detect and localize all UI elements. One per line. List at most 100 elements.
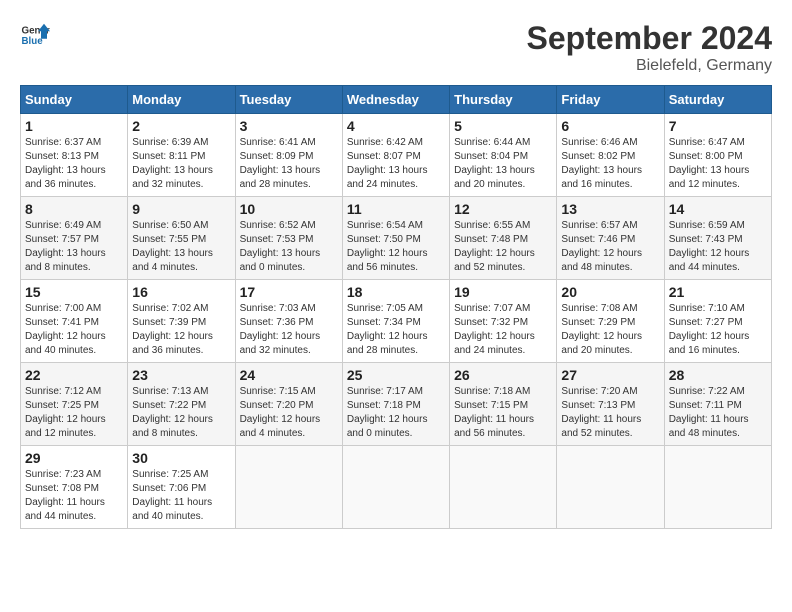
day-number: 2 [132,118,230,134]
day-number: 9 [132,201,230,217]
calendar-cell: 25 Sunrise: 7:17 AM Sunset: 7:18 PM Dayli… [342,363,449,446]
calendar-cell: 20Sunrise: 7:08 AM Sunset: 7:29 PM Dayli… [557,280,664,363]
calendar-cell: 5 Sunrise: 6:44 AM Sunset: 8:04 PM Daylig… [450,114,557,197]
col-wednesday: Wednesday [342,86,449,114]
calendar-cell: 1 Sunrise: 6:37 AM Sunset: 8:13 PM Daylig… [21,114,128,197]
svg-text:Blue: Blue [22,36,44,47]
col-saturday: Saturday [664,86,771,114]
day-info: Sunrise: 6:59 AM Sunset: 7:43 PM Dayligh… [669,219,767,275]
title-area: September 2024 Bielefeld, Germany [527,20,772,75]
calendar-title: September 2024 [527,20,772,57]
day-number: 19 [454,284,552,300]
calendar-cell: 30 Sunrise: 7:25 AM Sunset: 7:06 PM Dayli… [128,446,235,529]
calendar-subtitle: Bielefeld, Germany [527,57,772,75]
day-number: 10 [240,201,338,217]
header-row: Sunday Monday Tuesday Wednesday Thursday… [21,86,772,114]
header: General Blue September 2024 Bielefeld, G… [20,20,772,75]
day-info: Sunrise: 7:17 AM Sunset: 7:18 PM Dayligh… [347,385,445,441]
calendar-cell: 13 Sunrise: 6:57 AM Sunset: 7:46 PM Dayli… [557,197,664,280]
day-info: Sunrise: 7:15 AM Sunset: 7:20 PM Dayligh… [240,385,338,441]
day-info: Sunrise: 7:13 AM Sunset: 7:22 PM Dayligh… [132,385,230,441]
calendar-cell: 28 Sunrise: 7:22 AM Sunset: 7:11 PM Dayli… [664,363,771,446]
calendar-cell: 9 Sunrise: 6:50 AM Sunset: 7:55 PM Daylig… [128,197,235,280]
day-info: Sunrise: 7:07 AM Sunset: 7:32 PM Dayligh… [454,302,552,358]
col-friday: Friday [557,86,664,114]
calendar-cell: 6Sunrise: 6:46 AM Sunset: 8:02 PM Daylig… [557,114,664,197]
calendar-week-1: 1 Sunrise: 6:37 AM Sunset: 8:13 PM Daylig… [21,114,772,197]
day-info: Sunrise: 7:25 AM Sunset: 7:06 PM Dayligh… [132,468,230,524]
day-info: Sunrise: 6:50 AM Sunset: 7:55 PM Dayligh… [132,219,230,275]
day-number: 26 [454,367,552,383]
day-number: 22 [25,367,123,383]
day-info: Sunrise: 7:23 AM Sunset: 7:08 PM Dayligh… [25,468,123,524]
logo: General Blue [20,20,50,50]
calendar-cell: 27Sunrise: 7:20 AM Sunset: 7:13 PM Dayli… [557,363,664,446]
calendar-cell: 19 Sunrise: 7:07 AM Sunset: 7:32 PM Dayli… [450,280,557,363]
day-info: Sunrise: 6:41 AM Sunset: 8:09 PM Dayligh… [240,136,338,192]
calendar-cell: 23 Sunrise: 7:13 AM Sunset: 7:22 PM Dayli… [128,363,235,446]
day-info: Sunrise: 6:49 AM Sunset: 7:57 PM Dayligh… [25,219,123,275]
calendar-week-3: 15 Sunrise: 7:00 AM Sunset: 7:41 PM Dayli… [21,280,772,363]
day-number: 29 [25,450,123,466]
day-info: Sunrise: 6:47 AM Sunset: 8:00 PM Dayligh… [669,136,767,192]
day-info: Sunrise: 7:22 AM Sunset: 7:11 PM Dayligh… [669,385,767,441]
day-number: 3 [240,118,338,134]
calendar-cell: 8Sunrise: 6:49 AM Sunset: 7:57 PM Daylig… [21,197,128,280]
day-info: Sunrise: 6:37 AM Sunset: 8:13 PM Dayligh… [25,136,123,192]
calendar-cell [450,446,557,529]
calendar-cell [664,446,771,529]
calendar-cell [342,446,449,529]
calendar-cell: 16Sunrise: 7:02 AM Sunset: 7:39 PM Dayli… [128,280,235,363]
day-number: 14 [669,201,767,217]
day-info: Sunrise: 6:44 AM Sunset: 8:04 PM Dayligh… [454,136,552,192]
day-number: 20 [561,284,659,300]
day-info: Sunrise: 6:42 AM Sunset: 8:07 PM Dayligh… [347,136,445,192]
day-number: 28 [669,367,767,383]
calendar-cell: 21 Sunrise: 7:10 AM Sunset: 7:27 PM Dayli… [664,280,771,363]
day-number: 21 [669,284,767,300]
calendar-cell: 10 Sunrise: 6:52 AM Sunset: 7:53 PM Dayli… [235,197,342,280]
day-info: Sunrise: 7:05 AM Sunset: 7:34 PM Dayligh… [347,302,445,358]
calendar-cell: 26 Sunrise: 7:18 AM Sunset: 7:15 PM Dayli… [450,363,557,446]
calendar-cell [235,446,342,529]
calendar-week-2: 8Sunrise: 6:49 AM Sunset: 7:57 PM Daylig… [21,197,772,280]
day-info: Sunrise: 6:57 AM Sunset: 7:46 PM Dayligh… [561,219,659,275]
calendar-cell: 15 Sunrise: 7:00 AM Sunset: 7:41 PM Dayli… [21,280,128,363]
day-info: Sunrise: 7:18 AM Sunset: 7:15 PM Dayligh… [454,385,552,441]
calendar-cell: 11Sunrise: 6:54 AM Sunset: 7:50 PM Dayli… [342,197,449,280]
day-info: Sunrise: 6:46 AM Sunset: 8:02 PM Dayligh… [561,136,659,192]
day-number: 1 [25,118,123,134]
calendar-cell [557,446,664,529]
day-number: 25 [347,367,445,383]
calendar-cell: 4 Sunrise: 6:42 AM Sunset: 8:07 PM Daylig… [342,114,449,197]
day-number: 15 [25,284,123,300]
calendar-cell: 29 Sunrise: 7:23 AM Sunset: 7:08 PM Dayli… [21,446,128,529]
calendar-cell: 7 Sunrise: 6:47 AM Sunset: 8:00 PM Daylig… [664,114,771,197]
day-info: Sunrise: 7:00 AM Sunset: 7:41 PM Dayligh… [25,302,123,358]
day-info: Sunrise: 7:03 AM Sunset: 7:36 PM Dayligh… [240,302,338,358]
day-number: 18 [347,284,445,300]
day-number: 30 [132,450,230,466]
calendar-cell: 12 Sunrise: 6:55 AM Sunset: 7:48 PM Dayli… [450,197,557,280]
day-number: 4 [347,118,445,134]
calendar-week-4: 22Sunrise: 7:12 AM Sunset: 7:25 PM Dayli… [21,363,772,446]
day-number: 24 [240,367,338,383]
calendar-cell: 22Sunrise: 7:12 AM Sunset: 7:25 PM Dayli… [21,363,128,446]
day-number: 13 [561,201,659,217]
day-number: 23 [132,367,230,383]
col-thursday: Thursday [450,86,557,114]
col-monday: Monday [128,86,235,114]
col-tuesday: Tuesday [235,86,342,114]
calendar-cell: 18 Sunrise: 7:05 AM Sunset: 7:34 PM Dayli… [342,280,449,363]
day-number: 7 [669,118,767,134]
day-number: 17 [240,284,338,300]
day-info: Sunrise: 6:55 AM Sunset: 7:48 PM Dayligh… [454,219,552,275]
day-number: 16 [132,284,230,300]
calendar-cell: 2Sunrise: 6:39 AM Sunset: 8:11 PM Daylig… [128,114,235,197]
col-sunday: Sunday [21,86,128,114]
calendar-table: Sunday Monday Tuesday Wednesday Thursday… [20,85,772,529]
day-number: 12 [454,201,552,217]
day-info: Sunrise: 6:52 AM Sunset: 7:53 PM Dayligh… [240,219,338,275]
day-number: 5 [454,118,552,134]
day-info: Sunrise: 7:10 AM Sunset: 7:27 PM Dayligh… [669,302,767,358]
